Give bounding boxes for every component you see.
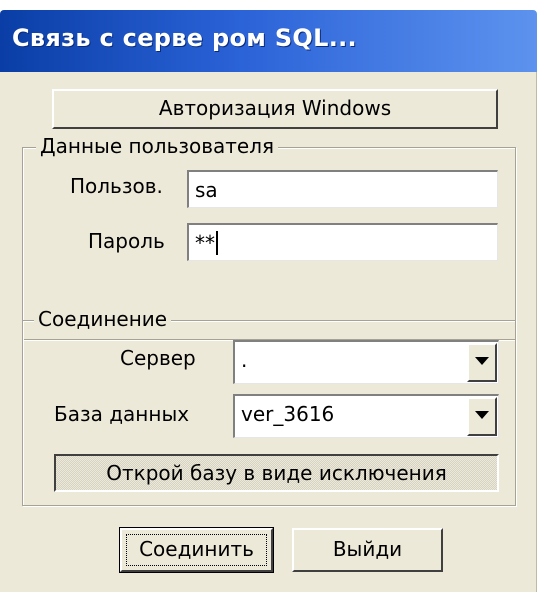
exit-button[interactable]: Выйди [292,528,443,572]
server-select[interactable]: . [233,340,499,384]
connection-legend: Соединение [34,307,172,331]
text-caret [216,231,218,255]
title-bar[interactable]: Связь с серве ром SQL... [0,10,537,72]
chevron-down-icon [475,411,489,419]
server-select-value: . [241,348,248,372]
password-field-value: ** [195,231,215,255]
user-field[interactable]: sa [187,170,498,208]
dialog-client-area: Авторизация Windows Данные пользователя … [0,72,537,592]
window-title: Связь с серве ром SQL... [12,24,357,52]
connect-button[interactable]: Соединить [119,527,274,573]
dialog-window: Связь с серве ром SQL... Авторизация Win… [0,0,541,592]
chevron-down-icon [475,357,489,365]
user-label: Пользов. [70,174,163,198]
windows-auth-label: Авторизация Windows [158,96,392,120]
database-select-value: ver_3616 [241,402,335,426]
focus-indicator [126,534,267,566]
database-select[interactable]: ver_3616 [233,394,499,438]
user-field-value: sa [195,178,218,202]
database-dropdown-button[interactable] [467,397,497,436]
server-label: Сервер [120,346,196,370]
database-label: База данных [54,402,190,426]
exit-button-label: Выйди [332,537,403,561]
exclusive-mode-label: Открой базу в виде исключения [106,461,447,485]
user-data-legend: Данные пользователя [36,134,279,158]
windows-auth-button[interactable]: Авторизация Windows [52,89,498,129]
server-dropdown-button[interactable] [467,343,497,382]
password-label: Пароль [88,229,165,253]
password-field[interactable]: ** [187,223,498,261]
exclusive-mode-toggle[interactable]: Открой базу в виде исключения [54,454,499,492]
